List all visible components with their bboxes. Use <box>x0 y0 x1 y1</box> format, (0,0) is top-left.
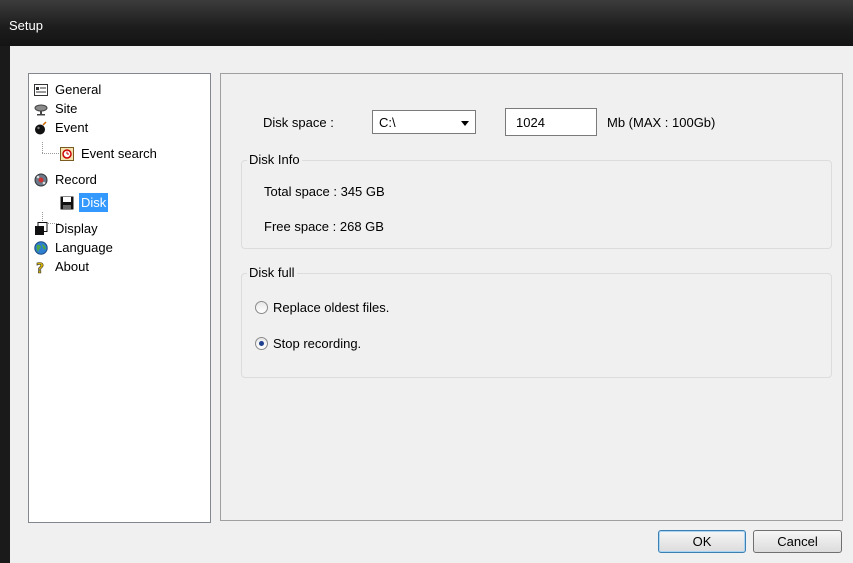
tree-item-label: Disk <box>79 193 109 212</box>
settings-tree[interactable]: General Site Event Event search Record D… <box>28 73 211 523</box>
language-icon <box>34 240 48 255</box>
stop-recording-radio[interactable] <box>255 337 268 350</box>
disk-space-label: Disk space : <box>263 115 334 130</box>
tree-item-label: Language <box>55 240 113 255</box>
tree-item-label: Record <box>55 172 97 187</box>
tree-item-label: Site <box>55 101 78 116</box>
dialog-client-area: General Site Event Event search Record D… <box>10 46 853 563</box>
tree-item-label: About <box>55 259 89 274</box>
tree-item-disk[interactable]: Disk <box>60 193 109 212</box>
tree-item-label: Display <box>55 221 98 236</box>
drive-select[interactable]: C:\ <box>372 110 476 134</box>
tree-item-language[interactable]: Language <box>34 238 115 257</box>
tree-item-about[interactable]: ? About <box>34 257 91 277</box>
record-icon <box>34 173 48 187</box>
about-icon: ? <box>34 260 48 277</box>
window-title: Setup <box>9 18 43 33</box>
tree-item-label: General <box>55 82 102 97</box>
replace-oldest-label[interactable]: Replace oldest files. <box>273 300 389 315</box>
event-search-icon <box>60 146 74 161</box>
tree-item-label: Event search <box>81 146 157 161</box>
disk-size-value: 1024 <box>516 115 545 130</box>
disk-icon <box>60 196 74 210</box>
disk-full-group <box>241 273 832 378</box>
tree-item-label: Event <box>55 120 89 135</box>
drive-select-value: C:\ <box>379 115 396 130</box>
event-icon <box>34 120 48 135</box>
stop-recording-label[interactable]: Stop recording. <box>273 336 361 351</box>
disk-info-group <box>241 160 832 249</box>
svg-text:?: ? <box>36 261 44 274</box>
tree-item-event-search[interactable]: Event search <box>60 144 159 163</box>
replace-oldest-radio[interactable] <box>255 301 268 314</box>
display-icon <box>34 221 48 236</box>
free-space-text: Free space : 268 GB <box>264 219 384 234</box>
tree-item-site[interactable]: Site <box>34 99 79 118</box>
total-space-text: Total space : 345 GB <box>264 184 385 199</box>
general-icon <box>34 83 48 97</box>
disk-size-input[interactable]: 1024 <box>505 108 597 136</box>
disk-full-group-label: Disk full <box>247 265 297 280</box>
tree-item-record[interactable]: Record <box>34 170 99 189</box>
tree-item-event[interactable]: Event <box>34 118 90 137</box>
disk-size-unit: Mb (MAX : 100Gb) <box>607 115 716 130</box>
disk-settings-panel: Disk space : C:\ 1024 Mb (MAX : 100Gb) D… <box>220 73 843 521</box>
tree-item-display[interactable]: Display <box>34 219 100 238</box>
ok-button[interactable]: OK <box>658 530 746 553</box>
site-icon <box>34 102 48 116</box>
chevron-down-icon <box>461 121 469 126</box>
title-bar[interactable]: Setup <box>0 0 853 46</box>
disk-info-group-label: Disk Info <box>247 152 302 167</box>
tree-item-general[interactable]: General <box>34 80 103 99</box>
tree-connector <box>42 142 43 153</box>
cancel-button[interactable]: Cancel <box>753 530 842 553</box>
tree-connector <box>42 153 59 154</box>
